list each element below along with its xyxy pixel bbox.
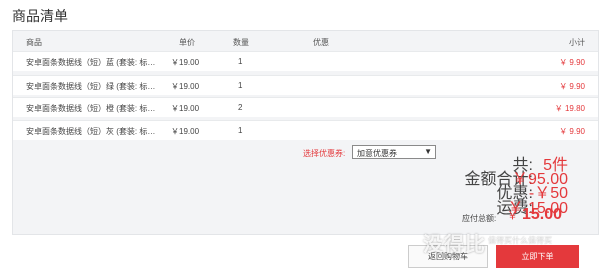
total-value: 15.00 [522,206,563,223]
table-row: 安卓面条数据线（短）灰 (套装: 标… ￥19.00 1 ￥ 9.90 [13,120,598,140]
row-subtotal: ￥ 9.90 [559,58,585,67]
unit-price: ￥19.00 [171,82,200,91]
header-subtotal: 小计 [569,38,585,47]
quantity: 1 [238,126,243,135]
total-label: 应付总额: [462,214,497,223]
product-name: 安卓面条数据线（短）绿 (套装: 标… [26,82,156,91]
quantity: 1 [238,57,243,66]
coupon-label: 选择优惠券: [303,149,346,158]
unit-price: ￥19.00 [171,58,200,67]
order-list-panel: 商品 单价 数量 优惠 小计 安卓面条数据线（短）蓝 (套装: 标… ￥19.0… [12,30,599,235]
row-subtotal: ￥ 9.90 [559,82,585,91]
place-order-button[interactable]: 立即下单 [496,245,579,268]
header-discount: 优惠 [313,38,329,47]
table-row: 安卓面条数据线（短）绿 (套装: 标… ￥19.00 1 ￥ 9.90 [13,75,598,95]
unit-price: ￥19.00 [171,104,200,113]
currency-symbol: ￥ [507,210,518,222]
table-row: 安卓面条数据线（短）橙 (套装: 标… ￥19.00 2 ￥ 19.80 [13,97,598,117]
product-name: 安卓面条数据线（短）灰 (套装: 标… [26,127,156,136]
coupon-select[interactable]: 加意优惠券 ▼ [352,145,436,159]
unit-price: ￥19.00 [171,127,200,136]
product-name: 安卓面条数据线（短）橙 (套装: 标… [26,104,156,113]
row-subtotal: ￥ 19.80 [554,104,585,113]
quantity: 1 [238,81,243,90]
table-row: 安卓面条数据线（短）蓝 (套装: 标… ￥19.00 1 ￥ 9.90 [13,51,598,71]
dropdown-arrow-icon: ▼ [424,147,432,156]
header-name: 商品 [26,38,42,47]
row-subtotal: ￥ 9.90 [559,127,585,136]
table-header: 商品 单价 数量 优惠 小计 [13,31,598,51]
quantity: 2 [238,103,243,112]
header-price: 单价 [179,38,195,47]
product-name: 安卓面条数据线（短）蓝 (套装: 标… [26,58,156,67]
header-qty: 数量 [233,38,249,47]
coupon-selected-value: 加意优惠券 [357,149,397,158]
page-title: 商品清单 [12,8,68,24]
total-amount: ￥ 15.00 [507,206,562,224]
back-to-cart-button[interactable]: 返回购物车 [408,245,488,268]
